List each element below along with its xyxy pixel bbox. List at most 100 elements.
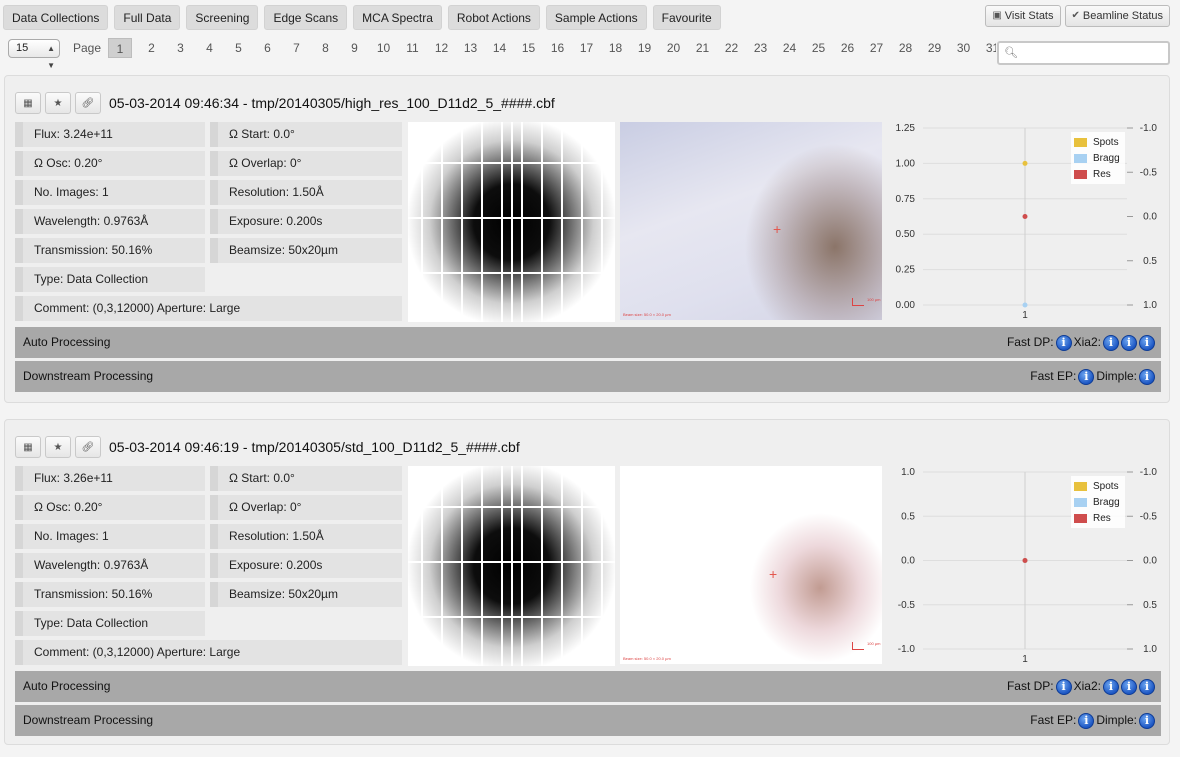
dimple-label: Dimple: — [1096, 713, 1137, 727]
y-left-tick-label: 0.25 — [896, 265, 916, 276]
info-icon[interactable]: i — [1121, 334, 1137, 351]
star-icon: ★ — [53, 97, 63, 109]
y-left-tick-label: 0.0 — [901, 556, 915, 567]
tab-screening[interactable]: Screening — [186, 5, 259, 30]
crosshair-icon: + — [773, 221, 782, 237]
page-link[interactable]: 30 — [949, 38, 978, 58]
page-link[interactable]: 8 — [311, 38, 340, 58]
page-link[interactable]: 15 — [514, 38, 543, 58]
param-omega-start: Ω Start: 0.0° — [210, 466, 402, 491]
page-link[interactable]: 27 — [862, 38, 891, 58]
page-link[interactable]: 26 — [833, 38, 862, 58]
page-link[interactable]: 11 — [398, 38, 427, 58]
detector-gap — [521, 122, 523, 322]
detector-gap — [481, 466, 483, 666]
page-link[interactable]: 18 — [601, 38, 630, 58]
crystal-snapshot[interactable]: +100 µm Beam size: 50.0 × 20.0 µm — [620, 466, 882, 664]
tab-robot-actions[interactable]: Robot Actions — [447, 5, 540, 30]
permalink-button[interactable]: 🔗︎ — [75, 92, 101, 114]
tab-full-data[interactable]: Full Data — [114, 5, 181, 30]
search-input[interactable]: 🔍︎ — [997, 41, 1170, 65]
diffraction-image[interactable] — [408, 466, 615, 666]
dc-statistics-plot: 1.25 1.00 0.75 0.50 0.25 0.00 -1.0 -0.5 0.0 0.5 1.… — [885, 120, 1167, 330]
info-icon[interactable]: i — [1139, 678, 1155, 695]
page-link[interactable]: 12 — [427, 38, 456, 58]
tab-edge-scans[interactable]: Edge Scans — [264, 5, 348, 30]
info-icon[interactable]: i — [1055, 678, 1072, 695]
legend-label: Bragg — [1093, 496, 1120, 508]
page-link[interactable]: 1 — [108, 38, 132, 58]
xia2-label: Xia2: — [1073, 679, 1101, 693]
legend-swatch — [1074, 513, 1087, 523]
info-icon[interactable]: i — [1078, 712, 1095, 729]
page-link[interactable]: 21 — [688, 38, 717, 58]
info-icon[interactable]: i — [1078, 368, 1095, 385]
series-point-bragg — [1022, 302, 1028, 308]
info-icon[interactable]: i — [1103, 334, 1119, 351]
page-link[interactable]: 13 — [456, 38, 485, 58]
page-link[interactable]: 29 — [920, 38, 949, 58]
beamline-status-button[interactable]: ✔ Beamline Status — [1064, 5, 1170, 27]
top-nav: Data Collections Full Data Screening Edg… — [3, 5, 721, 30]
visit-stats-button[interactable]: ▣ Visit Stats — [985, 5, 1061, 27]
page-link[interactable]: 10 — [369, 38, 398, 58]
downstream-processing-label: Downstream Processing — [23, 713, 154, 727]
param-beamsize: Beamsize: 50x20µm — [210, 582, 402, 607]
auto-processing-bar[interactable]: Auto Processing Fast DP: i Xia2: i i i — [15, 671, 1161, 702]
page-link[interactable]: 28 — [891, 38, 920, 58]
page-link[interactable]: 22 — [717, 38, 746, 58]
detector-gap — [511, 466, 513, 666]
page-link[interactable]: 20 — [659, 38, 688, 58]
param-type: Type: Data Collection — [15, 267, 205, 292]
top-right-actions: ▣ Visit Stats ✔ Beamline Status — [985, 5, 1170, 27]
info-icon[interactable]: i — [1103, 678, 1119, 695]
tab-sample-actions[interactable]: Sample Actions — [545, 5, 647, 30]
page-link[interactable]: 7 — [282, 38, 311, 58]
page-link[interactable]: 31 — [978, 38, 996, 58]
tab-favourite[interactable]: Favourite — [652, 5, 721, 30]
tab-data-collections[interactable]: Data Collections — [3, 5, 109, 30]
details-button[interactable]: ▦ — [15, 436, 41, 458]
downstream-processing-bar[interactable]: Downstream Processing Fast EP: i Dimple: i — [15, 705, 1161, 736]
tab-mca-spectra[interactable]: MCA Spectra — [353, 5, 442, 30]
page-link[interactable]: 2 — [137, 38, 166, 58]
detector-gap — [601, 122, 603, 322]
detector-gap — [561, 122, 563, 322]
y-right-tick-label: 1.0 — [1143, 300, 1157, 311]
scale-bar — [852, 642, 864, 650]
beamline-status-label: Beamline Status — [1082, 10, 1163, 22]
permalink-button[interactable]: 🔗︎ — [75, 436, 101, 458]
page-link[interactable]: 24 — [775, 38, 804, 58]
page-link[interactable]: 25 — [804, 38, 833, 58]
diffraction-image[interactable] — [408, 122, 615, 322]
downstream-processing-bar[interactable]: Downstream Processing Fast EP: i Dimple: i — [15, 361, 1161, 392]
favourite-button[interactable]: ★ — [45, 436, 71, 458]
detector-gap — [481, 122, 483, 322]
details-button[interactable]: ▦ — [15, 92, 41, 114]
page-link[interactable]: 23 — [746, 38, 775, 58]
per-page-select[interactable]: 15 ▲ ▼ — [8, 39, 60, 70]
auto-processing-status: Fast DP: i Xia2: i i i — [1007, 327, 1155, 358]
auto-processing-bar[interactable]: Auto Processing Fast DP: i Xia2: i i i — [15, 327, 1161, 358]
info-icon[interactable]: i — [1055, 334, 1072, 351]
info-icon[interactable]: i — [1139, 368, 1155, 385]
info-icon[interactable]: i — [1139, 334, 1155, 351]
page-link[interactable]: 6 — [253, 38, 282, 58]
select-arrows-icon: ▲ ▼ — [47, 44, 55, 70]
crystal-snapshot[interactable]: +100 µm Beam size: 50.0 × 20.0 µm — [620, 122, 882, 320]
page-link[interactable]: 17 — [572, 38, 601, 58]
page-link[interactable]: 5 — [224, 38, 253, 58]
param-resolution: Resolution: 1.50Å — [210, 524, 402, 549]
page-link[interactable]: 16 — [543, 38, 572, 58]
y-right-tick-label: -1.0 — [1140, 123, 1158, 134]
y-left-tick-label: 0.50 — [896, 229, 916, 240]
page-link[interactable]: 14 — [485, 38, 514, 58]
page-link[interactable]: 4 — [195, 38, 224, 58]
page-link[interactable]: 3 — [166, 38, 195, 58]
favourite-button[interactable]: ★ — [45, 92, 71, 114]
page-link[interactable]: 9 — [340, 38, 369, 58]
detector-gap — [408, 217, 615, 219]
info-icon[interactable]: i — [1121, 678, 1137, 695]
info-icon[interactable]: i — [1139, 712, 1155, 729]
page-link[interactable]: 19 — [630, 38, 659, 58]
